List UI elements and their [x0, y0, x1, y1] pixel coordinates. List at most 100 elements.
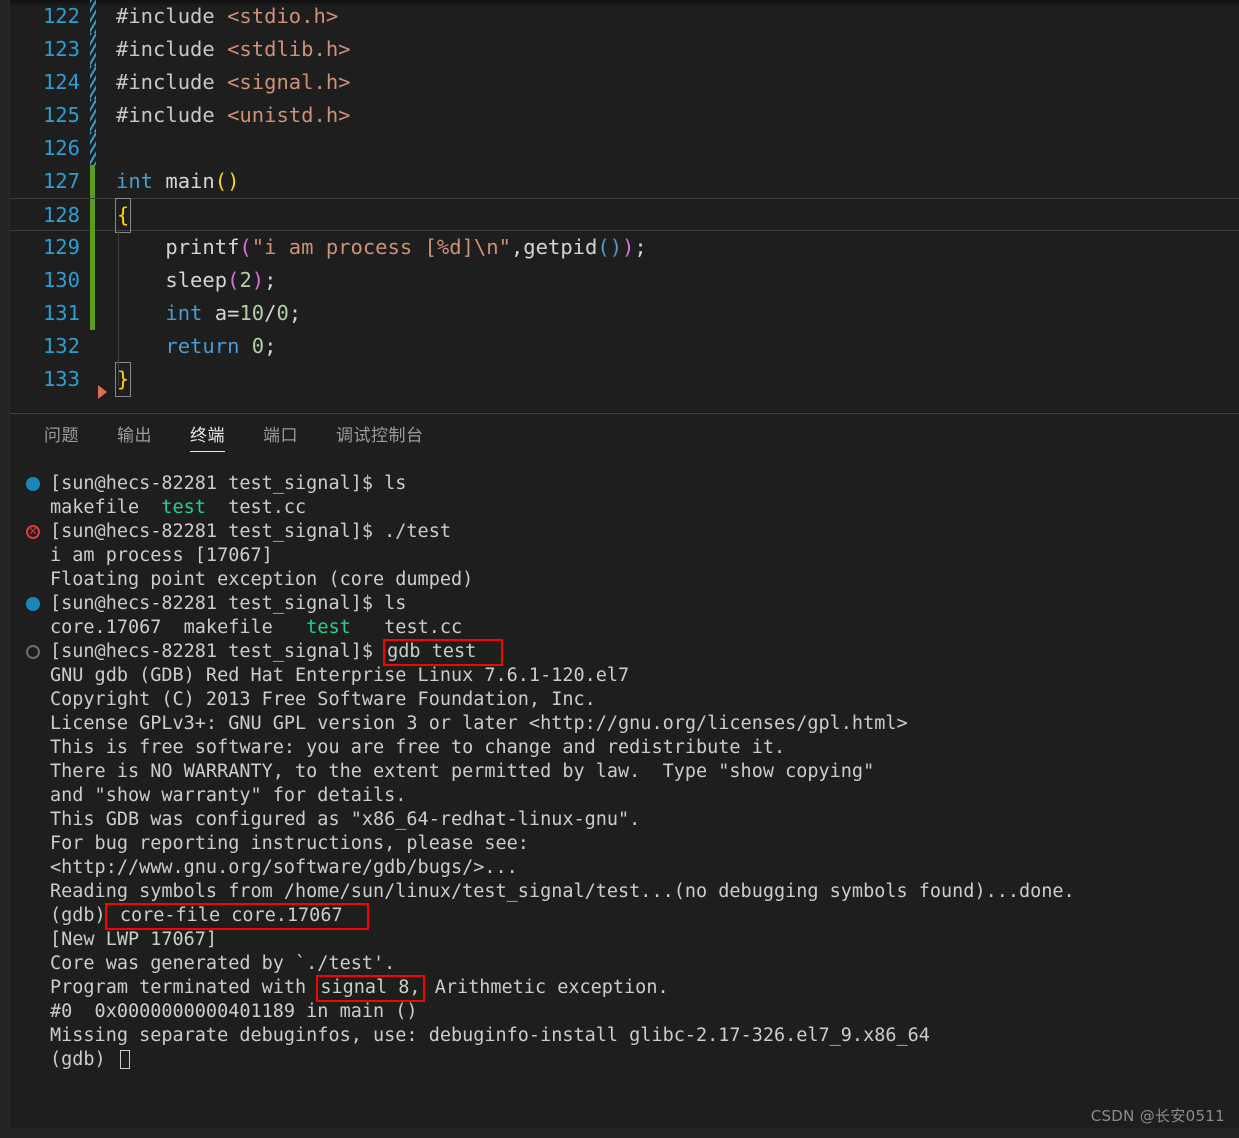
terminal-text: test.cc [350, 617, 463, 638]
code-token: ; [264, 334, 277, 358]
code-editor[interactable]: 122 #include <stdio.h> 123 #include <stdlib… [10, 0, 1239, 412]
code-text: sleep(2); [98, 264, 276, 297]
code-line[interactable]: 131 int a=10/0; [10, 297, 1239, 330]
line-number: 125 [42, 103, 80, 127]
command-success-icon [26, 597, 40, 611]
terminal-text: i am process [17067] [50, 545, 273, 566]
code-text: printf("i am process [%d]\n",getpid()); [98, 231, 647, 264]
code-token: ( [597, 235, 610, 259]
code-token: ; [288, 301, 302, 325]
terminal-text: core.17067 makefile [50, 617, 307, 638]
terminal-line: i am process [17067] [24, 544, 1239, 568]
code-line[interactable]: 132 return 0; [10, 330, 1239, 363]
line-number: 126 [42, 136, 80, 160]
line-number: 127 [42, 169, 80, 193]
code-token: 10 [239, 301, 265, 325]
diff-added-gutter-marker [88, 264, 98, 297]
code-text: int a=10/0; [98, 297, 301, 330]
code-token: int [116, 169, 166, 193]
diff-modified-gutter-marker [88, 66, 98, 99]
window-left-edge [0, 0, 10, 1138]
terminal-line: (gdb) core-file core.17067 [24, 903, 1239, 930]
code-token: #include [116, 103, 228, 127]
code-token: return [116, 334, 252, 358]
gutter-blank [88, 330, 98, 363]
code-token: printf [116, 235, 240, 259]
code-line[interactable]: 128 { [10, 198, 1239, 233]
window-bottom-edge [0, 1128, 1239, 1138]
code-line[interactable]: 129 printf("i am process [%d]\n",getpid(… [10, 231, 1239, 264]
terminal-output[interactable]: [sun@hecs-82281 test_signal]$ ls makefile… [10, 472, 1239, 1128]
code-token: <stdio.h> [227, 4, 339, 28]
terminal-text: test [306, 617, 351, 638]
line-number: 123 [42, 37, 80, 61]
terminal-line: Core was generated by `./test'. [24, 952, 1239, 976]
terminal-text: <http://www.gnu.org/software/gdb/bugs/>.… [50, 857, 518, 878]
code-line[interactable]: 122 #include <stdio.h> [10, 0, 1239, 33]
gutter-blank [88, 363, 98, 396]
terminal-line: Reading symbols from /home/sun/linux/tes… [24, 880, 1239, 904]
tab-panel-4[interactable]: 调试控制台 [330, 414, 430, 459]
terminal-line: Copyright (C) 2013 Free Software Foundat… [24, 688, 1239, 712]
code-token: <stdlib.h> [227, 37, 351, 61]
tab-terminal-active[interactable]: 终端 [184, 414, 231, 459]
terminal-line: core.17067 makefile test test.cc [24, 616, 1239, 640]
code-token: ) [251, 268, 265, 292]
code-token: <unistd.h> [227, 103, 351, 127]
code-token: sleep [116, 268, 228, 292]
terminal-text: Program terminated with [50, 977, 318, 998]
code-line[interactable]: 130 sleep(2); [10, 264, 1239, 297]
code-line[interactable]: 125 #include <unistd.h> [10, 99, 1239, 132]
tab-panel-0[interactable]: 问题 [38, 414, 85, 459]
code-token: ) [609, 235, 623, 259]
terminal-line: License GPLv3+: GNU GPL version 3 or lat… [24, 712, 1239, 736]
code-token: ; [634, 235, 647, 259]
code-token: 0 [251, 334, 265, 358]
terminal-text: This GDB was configured as "x86_64-redha… [50, 809, 641, 830]
terminal-text: (gdb) [50, 1049, 117, 1070]
diff-modified-gutter-marker [88, 0, 98, 33]
line-number: 130 [42, 268, 80, 292]
breakpoint-arrow-icon[interactable] [98, 385, 107, 399]
terminal-cursor [119, 1050, 130, 1069]
terminal-text: Reading symbols from /home/sun/linux/tes… [50, 881, 1075, 902]
code-token: 0 [276, 301, 289, 325]
terminal-line: This is free software: you are free to c… [24, 736, 1239, 760]
terminal-line: Floating point exception (core dumped) [24, 568, 1239, 592]
terminal-text: License GPLv3+: GNU GPL version 3 or lat… [50, 713, 908, 734]
code-token: a= [214, 301, 240, 325]
code-line[interactable]: 133} [10, 362, 1239, 399]
code-line[interactable]: 123 #include <stdlib.h> [10, 33, 1239, 66]
line-number: 122 [42, 4, 80, 28]
code-token: #include [116, 4, 228, 28]
terminal-text: and "show warranty" for details. [50, 785, 407, 806]
code-token: ( [227, 268, 240, 292]
code-line[interactable]: 124 #include <signal.h> [10, 66, 1239, 99]
code-token: 2 [239, 268, 252, 292]
terminal-line: Missing separate debuginfos, use: debugi… [24, 1024, 1239, 1048]
line-number: 124 [42, 70, 80, 94]
vscode-window: 122 #include <stdio.h> 123 #include <stdlib… [0, 0, 1239, 1138]
tab-panel-3[interactable]: 端口 [257, 414, 304, 459]
diff-modified-gutter-marker [88, 132, 98, 165]
diff-added-gutter-marker [88, 165, 98, 198]
code-text: #include <stdio.h> [98, 0, 338, 33]
terminal-line: <http://www.gnu.org/software/gdb/bugs/>.… [24, 856, 1239, 880]
bracket-match: { [115, 198, 131, 233]
terminal-text: For bug reporting instructions, please s… [50, 833, 529, 854]
terminal-text: Floating point exception (core dumped) [50, 569, 474, 590]
code-line[interactable]: 127 int main() [10, 165, 1239, 198]
terminal-line: [sun@hecs-82281 test_signal]$ ls [24, 592, 1239, 616]
code-text: #include <stdlib.h> [98, 33, 351, 66]
terminal-text: test.cc [205, 497, 307, 518]
highlight-box: signal 8, [316, 975, 425, 1002]
terminal-line: For bug reporting instructions, please s… [24, 832, 1239, 856]
code-token: #include [116, 37, 228, 61]
terminal-line: GNU gdb (GDB) Red Hat Enterprise Linux 7… [24, 664, 1239, 688]
command-failed-icon: ✕ [26, 525, 40, 539]
terminal-text: Missing separate debuginfos, use: debugi… [50, 1025, 930, 1046]
diff-modified-gutter-marker [88, 99, 98, 132]
code-line[interactable]: 126 [10, 132, 1239, 165]
code-token: () [214, 169, 240, 193]
tab-panel-1[interactable]: 输出 [111, 414, 158, 459]
